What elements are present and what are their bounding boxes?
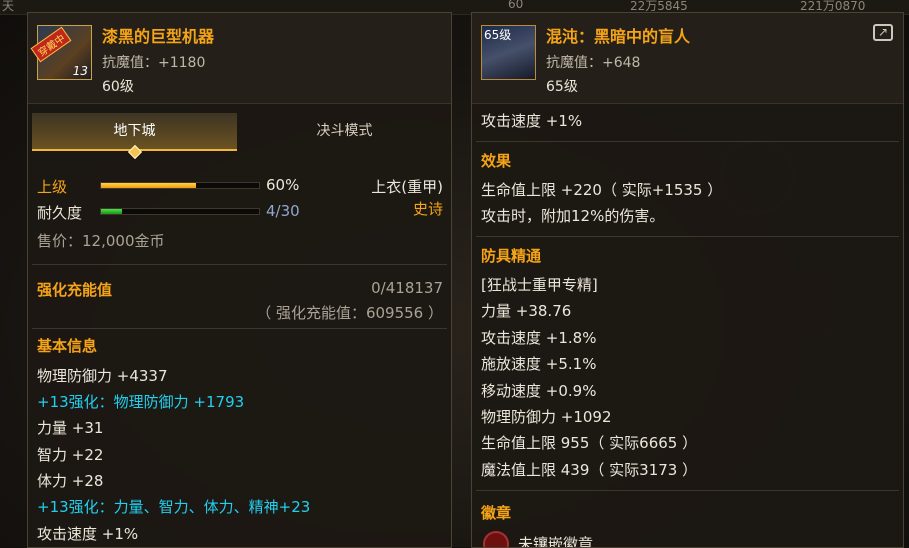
charge-label: 强化充能值 xyxy=(37,281,113,299)
tab-label: 地下城 xyxy=(113,123,156,139)
tab-label: 决斗模式 xyxy=(316,123,373,139)
stat-line: +13强化：物理防御力 +1793 xyxy=(37,393,245,411)
mastery-line: 魔法值上限 439（ 实际3173 ） xyxy=(481,461,698,479)
effect-title: 效果 xyxy=(481,152,512,170)
emblem-slot-icon[interactable] xyxy=(483,531,509,547)
stat-line: 物理防御力 +4337 xyxy=(37,367,168,385)
divider xyxy=(476,236,899,237)
item-tooltip-right: 65级 混沌：黑暗中的盲人 抗魔值：+648 65级 ↗ 攻击速度 +1% 效果… xyxy=(471,12,904,548)
durability-bar xyxy=(100,208,260,215)
mastery-line: 移动速度 +0.9% xyxy=(481,382,597,400)
mastery-line: 力量 +38.76 xyxy=(481,302,572,320)
item-rarity: 史诗 xyxy=(412,200,443,218)
anti-magic-value: 抗魔值：+648 xyxy=(546,55,641,71)
mastery-line: 生命值上限 955（ 实际6665 ） xyxy=(481,434,698,452)
tab-dungeon[interactable]: 地下城 xyxy=(32,113,237,160)
mastery-line: 物理防御力 +1092 xyxy=(481,408,612,426)
charge-sub: （ 强化充能值：609556 ） xyxy=(256,304,443,322)
enhance-level: 13 xyxy=(72,64,88,78)
divider xyxy=(32,264,447,265)
top-left-char: 天 xyxy=(2,0,15,13)
item-name: 混沌：黑暗中的盲人 xyxy=(546,27,691,46)
anti-magic-value: 抗魔值：+1180 xyxy=(102,55,206,71)
mastery-line: [狂战士重甲专精] xyxy=(481,276,598,294)
charge-value: 0/418137 xyxy=(371,279,443,297)
tooltip-header: 65级 混沌：黑暗中的盲人 抗魔值：+648 65级 ↗ xyxy=(472,13,903,104)
grade-bar xyxy=(100,182,260,189)
durability-value: 4/30 xyxy=(266,202,300,220)
mastery-title: 防具精通 xyxy=(481,247,542,265)
divider xyxy=(476,141,899,142)
durability-bar-fill xyxy=(101,209,123,214)
divider xyxy=(32,328,447,329)
share-icon[interactable]: ↗ xyxy=(873,24,893,41)
effect-line: 生命值上限 +220（ 实际+1535 ） xyxy=(481,181,723,199)
mastery-line: 攻击速度 +1.8% xyxy=(481,329,597,347)
icon-level: 65级 xyxy=(484,28,512,42)
grade-value: 60% xyxy=(266,176,300,194)
item-icon[interactable]: 穿戴中 13 xyxy=(30,25,92,80)
sell-price: 售价：12,000金币 xyxy=(37,232,165,250)
mode-tabs: 地下城 决斗模式 xyxy=(32,113,448,160)
tooltip-header: 穿戴中 13 漆黑的巨型机器 抗魔值：+1180 60级 xyxy=(28,13,451,104)
tab-pvp[interactable]: 决斗模式 xyxy=(242,113,447,151)
stat-line: 力量 +31 xyxy=(37,419,104,437)
stat-line: 攻击速度 +1% xyxy=(481,112,583,130)
emblem-line: 未镶嵌徽章 xyxy=(518,535,594,548)
equip-slot: 上衣(重甲) xyxy=(371,178,443,196)
tab-indicator-icon xyxy=(127,144,143,160)
grade-bar-fill xyxy=(101,183,196,188)
stat-line: +13强化：力量、智力、体力、精神+23 xyxy=(37,498,311,516)
basic-info-title: 基本信息 xyxy=(37,337,98,355)
stat-line: 智力 +22 xyxy=(37,446,104,464)
effect-line: 攻击时，附加12%的伤害。 xyxy=(481,207,665,225)
emblem-title: 徽章 xyxy=(481,504,512,522)
top-value-1: 60 xyxy=(508,0,524,11)
mastery-line: 施放速度 +5.1% xyxy=(481,355,597,373)
stat-line: 体力 +28 xyxy=(37,472,104,490)
item-level: 60级 xyxy=(102,79,134,95)
item-level: 65级 xyxy=(546,79,578,95)
equipped-tag: 穿戴中 xyxy=(30,26,72,63)
item-tooltip-left: 穿戴中 13 漆黑的巨型机器 抗魔值：+1180 60级 地下城 决斗模式 上级… xyxy=(27,12,452,548)
item-icon[interactable]: 65级 xyxy=(481,25,536,80)
item-name: 漆黑的巨型机器 xyxy=(102,27,215,46)
divider xyxy=(476,490,899,491)
durability-label: 耐久度 xyxy=(37,204,83,222)
grade-label: 上级 xyxy=(37,178,68,196)
stat-line: 攻击速度 +1% xyxy=(37,525,139,543)
